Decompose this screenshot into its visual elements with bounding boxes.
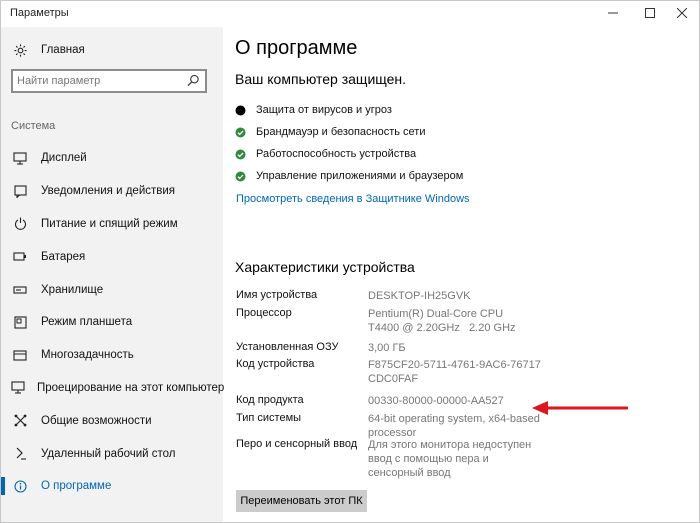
shared-icon	[11, 412, 29, 430]
sidebar-item-label: Многозадачность	[41, 349, 134, 362]
close-icon	[677, 8, 687, 18]
power-icon	[11, 215, 29, 233]
check-icon	[235, 171, 246, 182]
rename-pc-button[interactable]: Переименовать этот ПК	[236, 490, 367, 512]
red-arrow-icon	[532, 401, 628, 415]
spec-key: Имя устройства	[236, 289, 318, 301]
sidebar-item-label: Уведомления и действия	[41, 185, 176, 198]
sidebar-item-label: Проецирование на этот компьютер	[37, 381, 225, 394]
sidebar-item-storage[interactable]: Хранилище	[1, 273, 223, 306]
sidebar-item-shared-experiences[interactable]: Общие возможности	[1, 404, 223, 437]
spec-value: 00330-80000-00000-AA527	[368, 395, 504, 407]
multitasking-icon	[11, 346, 29, 364]
spec-key: Процессор	[236, 307, 292, 319]
nav-list: Дисплей Уведомления и действия Питание и…	[1, 142, 225, 503]
tablet-icon	[11, 313, 29, 331]
close-button[interactable]	[665, 1, 699, 25]
spec-key: Код устройства	[236, 358, 315, 370]
sidebar-item-notifications[interactable]: Уведомления и действия	[1, 175, 223, 208]
check-icon	[235, 127, 246, 138]
nav-home[interactable]: Главная	[1, 39, 223, 61]
battery-icon	[11, 248, 29, 266]
home-icon	[11, 41, 29, 59]
spec-key: Установленная ОЗУ	[236, 341, 339, 353]
spec-key: Перо и сенсорный ввод	[236, 438, 358, 450]
security-list: Защита от вирусов и угроз Брандмауэр и б…	[235, 99, 463, 187]
security-item-label: Защита от вирусов и угроз	[256, 104, 392, 116]
notifications-icon	[11, 182, 29, 200]
search-input[interactable]	[17, 73, 177, 89]
spec-key: Код продукта	[236, 394, 304, 406]
spec-value: 64-bit operating system, x64-based proce…	[368, 413, 540, 439]
sidebar-item-battery[interactable]: Батарея	[1, 240, 223, 273]
remote-desktop-icon	[11, 445, 29, 463]
sidebar-item-label: Хранилище	[41, 283, 104, 296]
defender-details-link[interactable]: Просмотреть сведения в Защитнике Windows	[236, 193, 470, 205]
settings-window: Параметры Главная Система	[0, 0, 700, 523]
spec-value: DESKTOP-IH25GVK	[368, 290, 471, 302]
page-title: О программе	[235, 37, 358, 59]
list-item: Управление приложениями и браузером	[235, 165, 463, 187]
sidebar-item-label: Общие возможности	[41, 414, 152, 427]
security-item-label: Работоспособность устройства	[256, 148, 417, 160]
display-icon	[11, 149, 29, 167]
projecting-icon	[11, 379, 25, 397]
minimize-icon	[608, 12, 618, 14]
sidebar: Главная Система Дисплей Уведомления и де…	[1, 27, 225, 522]
info-icon	[11, 477, 29, 495]
spec-value: Для этого монитора недоступен ввод с пом…	[368, 439, 532, 479]
spec-key: Тип системы	[236, 412, 302, 424]
sidebar-item-about[interactable]: О программе	[1, 470, 223, 503]
security-item-label: Управление приложениями и браузером	[256, 170, 464, 182]
sidebar-item-label: Питание и спящий режим	[41, 217, 178, 230]
list-item: Защита от вирусов и угроз	[235, 99, 463, 121]
spec-value: Pentium(R) Dual-Core CPU T4400 @ 2.20GHz…	[368, 308, 525, 334]
list-item: Брандмауэр и безопасность сети	[235, 121, 463, 143]
window-title: Параметры	[10, 7, 69, 19]
title-bar: Параметры	[1, 1, 699, 27]
sidebar-item-label: О программе	[41, 480, 112, 493]
status-dot-icon	[235, 105, 246, 116]
maximize-button[interactable]	[633, 1, 667, 25]
spec-value: 3,00 ГБ	[368, 342, 406, 354]
sidebar-item-label: Дисплей	[41, 152, 87, 165]
sidebar-item-label: Батарея	[41, 250, 86, 263]
main-content: О программе Ваш компьютер защищен. Защит…	[223, 27, 699, 522]
section-heading: Система	[11, 120, 56, 132]
sidebar-item-tablet-mode[interactable]: Режим планшета	[1, 306, 223, 339]
protection-status: Ваш компьютер защищен.	[235, 71, 407, 87]
sidebar-item-display[interactable]: Дисплей	[1, 142, 223, 175]
minimize-button[interactable]	[596, 1, 630, 25]
storage-icon	[11, 281, 29, 299]
sidebar-item-label: Режим планшета	[41, 316, 133, 329]
sidebar-item-power[interactable]: Питание и спящий режим	[1, 208, 223, 241]
search-icon[interactable]	[187, 74, 201, 88]
sidebar-item-remote-desktop[interactable]: Удаленный рабочий стол	[1, 437, 223, 470]
specs-heading: Характеристики устройства	[235, 259, 415, 275]
sidebar-item-label: Удаленный рабочий стол	[41, 447, 176, 460]
maximize-icon	[645, 8, 655, 18]
list-item: Работоспособность устройства	[235, 143, 463, 165]
sidebar-item-projecting[interactable]: Проецирование на этот компьютер	[1, 372, 225, 405]
check-icon	[235, 149, 246, 160]
nav-home-label: Главная	[41, 44, 85, 56]
search-box[interactable]	[11, 69, 207, 93]
security-item-label: Брандмауэр и безопасность сети	[256, 126, 426, 138]
sidebar-item-multitasking[interactable]: Многозадачность	[1, 339, 223, 372]
spec-value: F875CF20-5711-4761-9AC6-76717CDC0FAF	[368, 359, 541, 385]
